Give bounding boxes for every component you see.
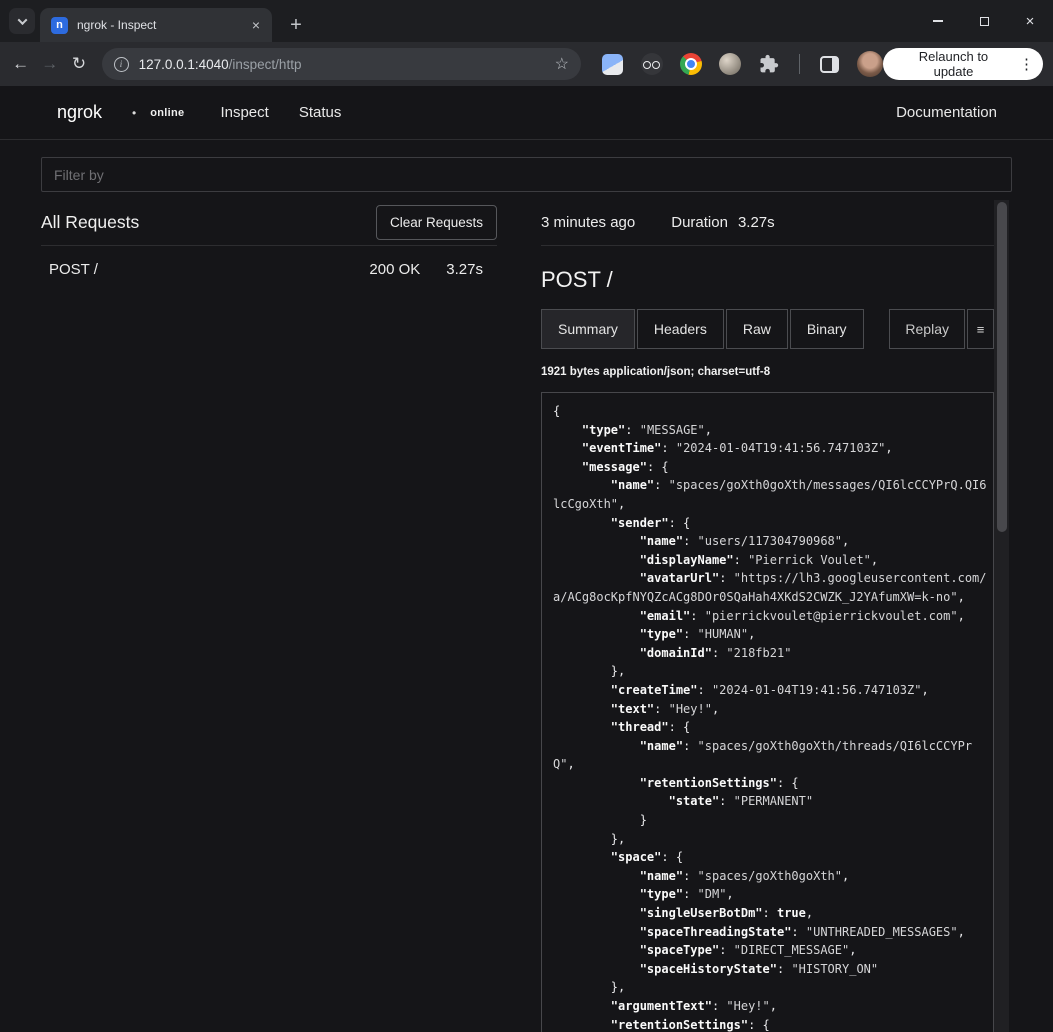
request-duration: 3.27s <box>446 261 483 278</box>
toolbar-divider <box>799 54 800 74</box>
reload-button[interactable]: ↻ <box>64 49 93 79</box>
bookmark-star-icon[interactable]: ☆ <box>555 54 569 74</box>
profile-avatar[interactable] <box>857 51 883 77</box>
replay-group: Replay ≡ <box>889 309 994 349</box>
request-status: 200 OK <box>369 261 420 278</box>
filter-row <box>0 140 1053 200</box>
chrome-icon <box>680 53 702 75</box>
chrome-logo-icon[interactable] <box>679 52 703 76</box>
back-button[interactable]: ← <box>6 49 35 79</box>
browser-toolbar: ← → ↻ i 127.0.0.1:4040/inspect/http ☆ Re… <box>0 42 1053 86</box>
ngrok-logo[interactable]: ngrok <box>57 102 102 123</box>
status-badge: online <box>150 107 184 119</box>
replay-button[interactable]: Replay <box>889 309 965 349</box>
nav-item-documentation[interactable]: Documentation <box>896 104 997 121</box>
url-path: /inspect/http <box>229 57 302 72</box>
body-meta: 1921 bytes application/json; charset=utf… <box>541 366 994 378</box>
detail-title: POST / <box>541 267 994 293</box>
clear-requests-button[interactable]: Clear Requests <box>376 205 497 240</box>
requests-panel: All Requests Clear Requests POST / 200 O… <box>41 200 497 293</box>
tab-search-button[interactable] <box>9 8 35 34</box>
browser-window: n ngrok - Inspect × + × ← → ↻ i 127.0.0.… <box>0 0 1053 1032</box>
glasses-icon <box>641 53 663 75</box>
status-dot-icon: • <box>132 106 136 120</box>
requests-header: All Requests Clear Requests <box>41 200 497 246</box>
minimize-button[interactable] <box>915 0 961 42</box>
url-host: 127.0.0.1:4040 <box>139 57 229 72</box>
requests-title: All Requests <box>41 212 139 233</box>
tab-title: ngrok - Inspect <box>77 18 239 32</box>
side-panel-icon <box>820 56 839 73</box>
nav-item-inspect[interactable]: Inspect <box>220 104 268 121</box>
request-row[interactable]: POST / 200 OK 3.27s <box>41 246 497 293</box>
detail-scrollbar-track[interactable] <box>994 200 1009 1032</box>
duration-value: 3.27s <box>738 214 775 231</box>
tab-close-icon[interactable]: × <box>248 17 264 33</box>
json-body: { "type": "MESSAGE", "eventTime": "2024-… <box>541 392 994 1032</box>
relaunch-label: Relaunch to update <box>899 49 1008 79</box>
new-tab-button[interactable]: + <box>282 8 310 42</box>
window-controls: × <box>915 0 1053 42</box>
tab-binary[interactable]: Binary <box>790 309 864 349</box>
address-bar[interactable]: i 127.0.0.1:4040/inspect/http ☆ <box>102 48 581 80</box>
nav-item-status[interactable]: Status <box>299 104 342 121</box>
ngrok-nav: ngrok • online Inspect Status Documentat… <box>0 86 1053 140</box>
globe-icon <box>719 53 741 75</box>
maximize-button[interactable] <box>961 0 1007 42</box>
request-method-path: POST / <box>49 261 369 278</box>
request-time-ago: 3 minutes ago <box>541 214 635 231</box>
close-button[interactable]: × <box>1007 0 1053 42</box>
url-text: 127.0.0.1:4040/inspect/http <box>139 57 545 72</box>
extensions-button[interactable] <box>757 52 781 76</box>
detail-tabs: Summary Headers Raw Binary Replay ≡ <box>541 309 994 349</box>
close-icon: × <box>1026 13 1035 30</box>
tab-summary[interactable]: Summary <box>541 309 635 349</box>
main-content: All Requests Clear Requests POST / 200 O… <box>0 200 1053 1032</box>
forward-button[interactable]: → <box>35 49 64 79</box>
ngrok-favicon: n <box>51 17 68 34</box>
filter-input[interactable] <box>41 157 1012 192</box>
relaunch-button[interactable]: Relaunch to update ⋮ <box>883 48 1043 80</box>
overflow-menu-icon[interactable]: ⋮ <box>1019 55 1034 73</box>
duration-label: Duration <box>671 214 728 231</box>
tab-headers[interactable]: Headers <box>637 309 724 349</box>
chevron-down-icon <box>17 15 27 25</box>
minimize-icon <box>933 20 943 22</box>
photos-icon <box>602 54 623 75</box>
side-panel-button[interactable] <box>818 52 842 76</box>
glasses-extension-icon[interactable] <box>640 52 664 76</box>
extension-icons <box>601 51 883 77</box>
puzzle-icon <box>759 54 779 74</box>
detail-scrollbar-thumb[interactable] <box>997 202 1007 532</box>
maximize-icon <box>980 17 989 26</box>
browser-tab[interactable]: n ngrok - Inspect × <box>40 8 272 42</box>
detail-panel: 3 minutes ago Duration 3.27s POST / Summ… <box>541 200 994 1032</box>
ngrok-page: ngrok • online Inspect Status Documentat… <box>0 86 1053 1032</box>
detail-header: 3 minutes ago Duration 3.27s <box>541 200 994 246</box>
replay-menu-button[interactable]: ≡ <box>967 309 994 349</box>
tab-strip: n ngrok - Inspect × + × <box>0 0 1053 42</box>
globe-extension-icon[interactable] <box>718 52 742 76</box>
site-info-icon[interactable]: i <box>114 57 129 72</box>
tab-raw[interactable]: Raw <box>726 309 788 349</box>
photos-extension-icon[interactable] <box>601 52 625 76</box>
